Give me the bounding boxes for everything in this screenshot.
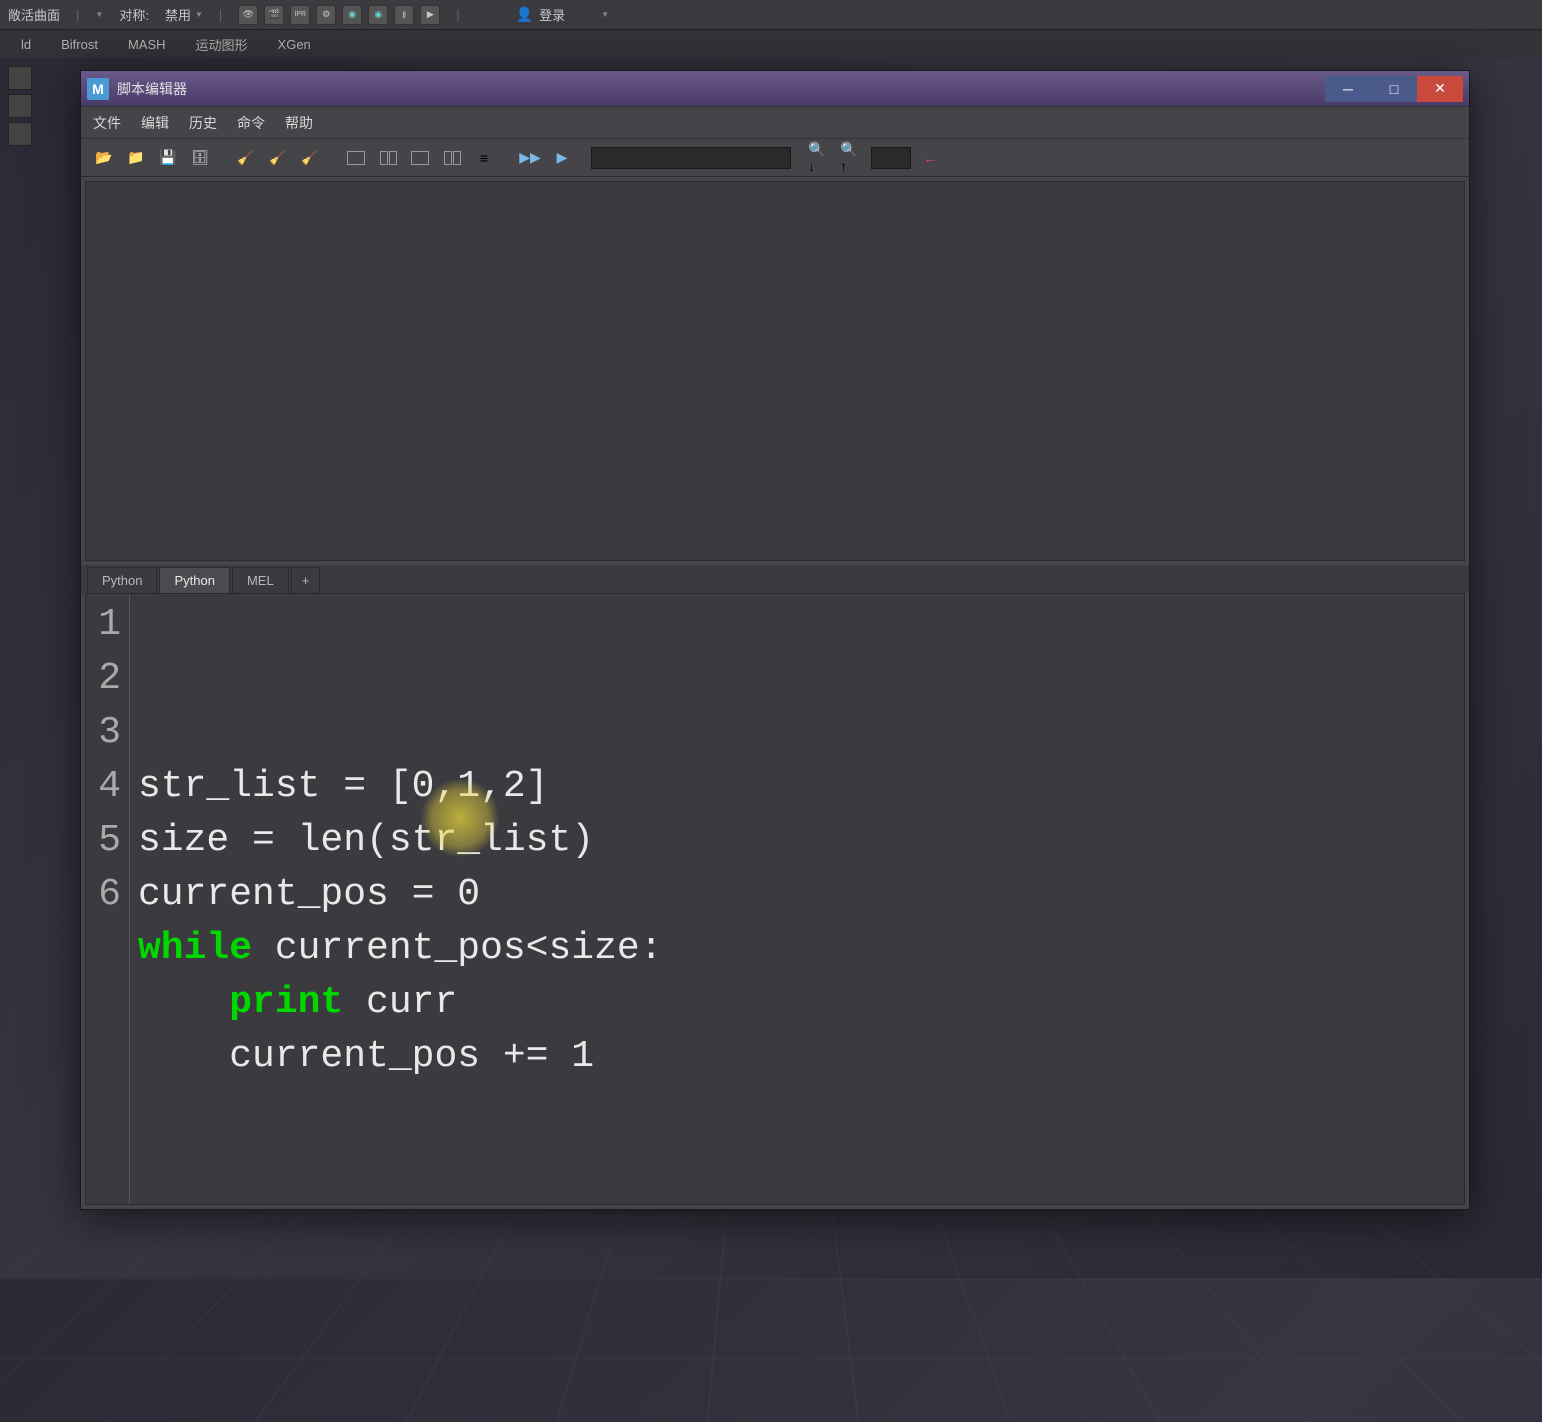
tool-icon[interactable]	[8, 66, 32, 90]
separator: |	[219, 7, 222, 22]
shelf-tab[interactable]: XGen	[265, 32, 324, 57]
user-login[interactable]: 登录 ▼	[516, 5, 609, 24]
editor-tab-bar: Python Python MEL +	[81, 565, 1469, 593]
menu-history[interactable]: 历史	[189, 113, 217, 133]
editor-tab-python-1[interactable]: Python	[87, 567, 157, 593]
add-tab-button[interactable]: +	[291, 567, 321, 593]
shelf-tab[interactable]: 运动图形	[183, 30, 261, 59]
shelf-tab[interactable]: ld	[8, 32, 44, 57]
source-script-icon[interactable]: 📁	[123, 145, 149, 171]
search-up-icon[interactable]: 🔍↑	[839, 145, 865, 171]
execute-icon[interactable]: ▶	[549, 145, 575, 171]
search-down-icon[interactable]: 🔍↓	[807, 145, 833, 171]
menu-file[interactable]: 文件	[93, 113, 121, 133]
line-number-gutter: 123456	[86, 594, 130, 1204]
script-editor-menubar: 文件 编辑 历史 命令 帮助	[81, 107, 1469, 139]
clapboard-icon[interactable]: 🎬	[264, 5, 284, 25]
render-icons: 👁 🎬 IPR ⚙ ◉ ◉ ‖ ▶	[238, 5, 440, 25]
maya-app-icon: M	[87, 78, 109, 100]
save-to-shelf-icon[interactable]: 🗄	[187, 145, 213, 171]
clear-all-icon[interactable]: 🧹	[297, 145, 323, 171]
maya-top-toolbar: 敞活曲面 | 对称: 禁用 | 👁 🎬 IPR ⚙ ◉ ◉ ‖ ▶ | 登录 ▼	[0, 0, 1542, 30]
window-titlebar[interactable]: M 脚本编辑器 ─ □ ✕	[81, 71, 1469, 107]
editor-tab-mel[interactable]: MEL	[232, 567, 289, 593]
minimize-button[interactable]: ─	[1325, 76, 1371, 102]
clear-input-icon[interactable]: 🧹	[265, 145, 291, 171]
ipr-icon[interactable]: IPR	[290, 5, 310, 25]
open-script-icon[interactable]: 📂	[91, 145, 117, 171]
render-icon[interactable]: 👁	[238, 5, 258, 25]
tool-icon[interactable]	[8, 94, 32, 118]
tool-icon[interactable]	[8, 122, 32, 146]
cycle-icon[interactable]: ◉	[342, 5, 362, 25]
symmetry-dropdown[interactable]: 禁用	[165, 5, 203, 24]
goto-line-icon[interactable]: ←	[917, 145, 943, 171]
show-both-icon[interactable]	[407, 145, 433, 171]
pause-icon[interactable]: ‖	[394, 5, 414, 25]
code-editor[interactable]: 123456 str_list = [0,1,2]size = len(str_…	[85, 593, 1465, 1205]
dropdown-unknown[interactable]	[95, 10, 103, 19]
separator: |	[76, 7, 79, 22]
shelf-tab[interactable]: MASH	[115, 32, 179, 57]
script-editor-toolbar: 📂 📁 💾 🗄 🧹 🧹 🧹 ≡ ▶▶ ▶ 🔍↓ 🔍↑ ←	[81, 139, 1469, 177]
maya-left-toolbar	[0, 58, 60, 258]
step-icon[interactable]: ▶	[420, 5, 440, 25]
code-text-area[interactable]: str_list = [0,1,2]size = len(str_list)cu…	[130, 594, 1464, 1204]
echo-commands-icon[interactable]: ≡	[471, 145, 497, 171]
menu-help[interactable]: 帮助	[285, 113, 313, 133]
show-input-icon[interactable]	[375, 145, 401, 171]
save-script-icon[interactable]: 💾	[155, 145, 181, 171]
show-history-icon[interactable]	[343, 145, 369, 171]
render-settings-icon[interactable]: ⚙	[316, 5, 336, 25]
menu-edit[interactable]: 编辑	[141, 113, 169, 133]
curve-label: 敞活曲面	[8, 5, 60, 24]
editor-tab-python-2[interactable]: Python	[159, 567, 229, 593]
separator: |	[456, 7, 459, 22]
shelf-tab[interactable]: Bifrost	[48, 32, 111, 57]
goto-line-input[interactable]	[871, 147, 911, 169]
symmetry-label: 对称:	[119, 5, 149, 24]
script-editor-window: M 脚本编辑器 ─ □ ✕ 文件 编辑 历史 命令 帮助 📂 📁 💾 🗄 🧹 🧹…	[80, 70, 1470, 1210]
cycle-icon-2[interactable]: ◉	[368, 5, 388, 25]
maya-shelf-tabs: ld Bifrost MASH 运动图形 XGen	[0, 30, 1542, 58]
maximize-button[interactable]: □	[1371, 76, 1417, 102]
login-label: 登录	[539, 5, 565, 24]
close-button[interactable]: ✕	[1417, 76, 1463, 102]
execute-all-icon[interactable]: ▶▶	[517, 145, 543, 171]
layout-icon[interactable]	[439, 145, 465, 171]
window-title: 脚本编辑器	[117, 79, 1325, 99]
clear-history-icon[interactable]: 🧹	[233, 145, 259, 171]
menu-command[interactable]: 命令	[237, 113, 265, 133]
script-output-panel[interactable]	[85, 181, 1465, 561]
search-input[interactable]	[591, 147, 791, 169]
